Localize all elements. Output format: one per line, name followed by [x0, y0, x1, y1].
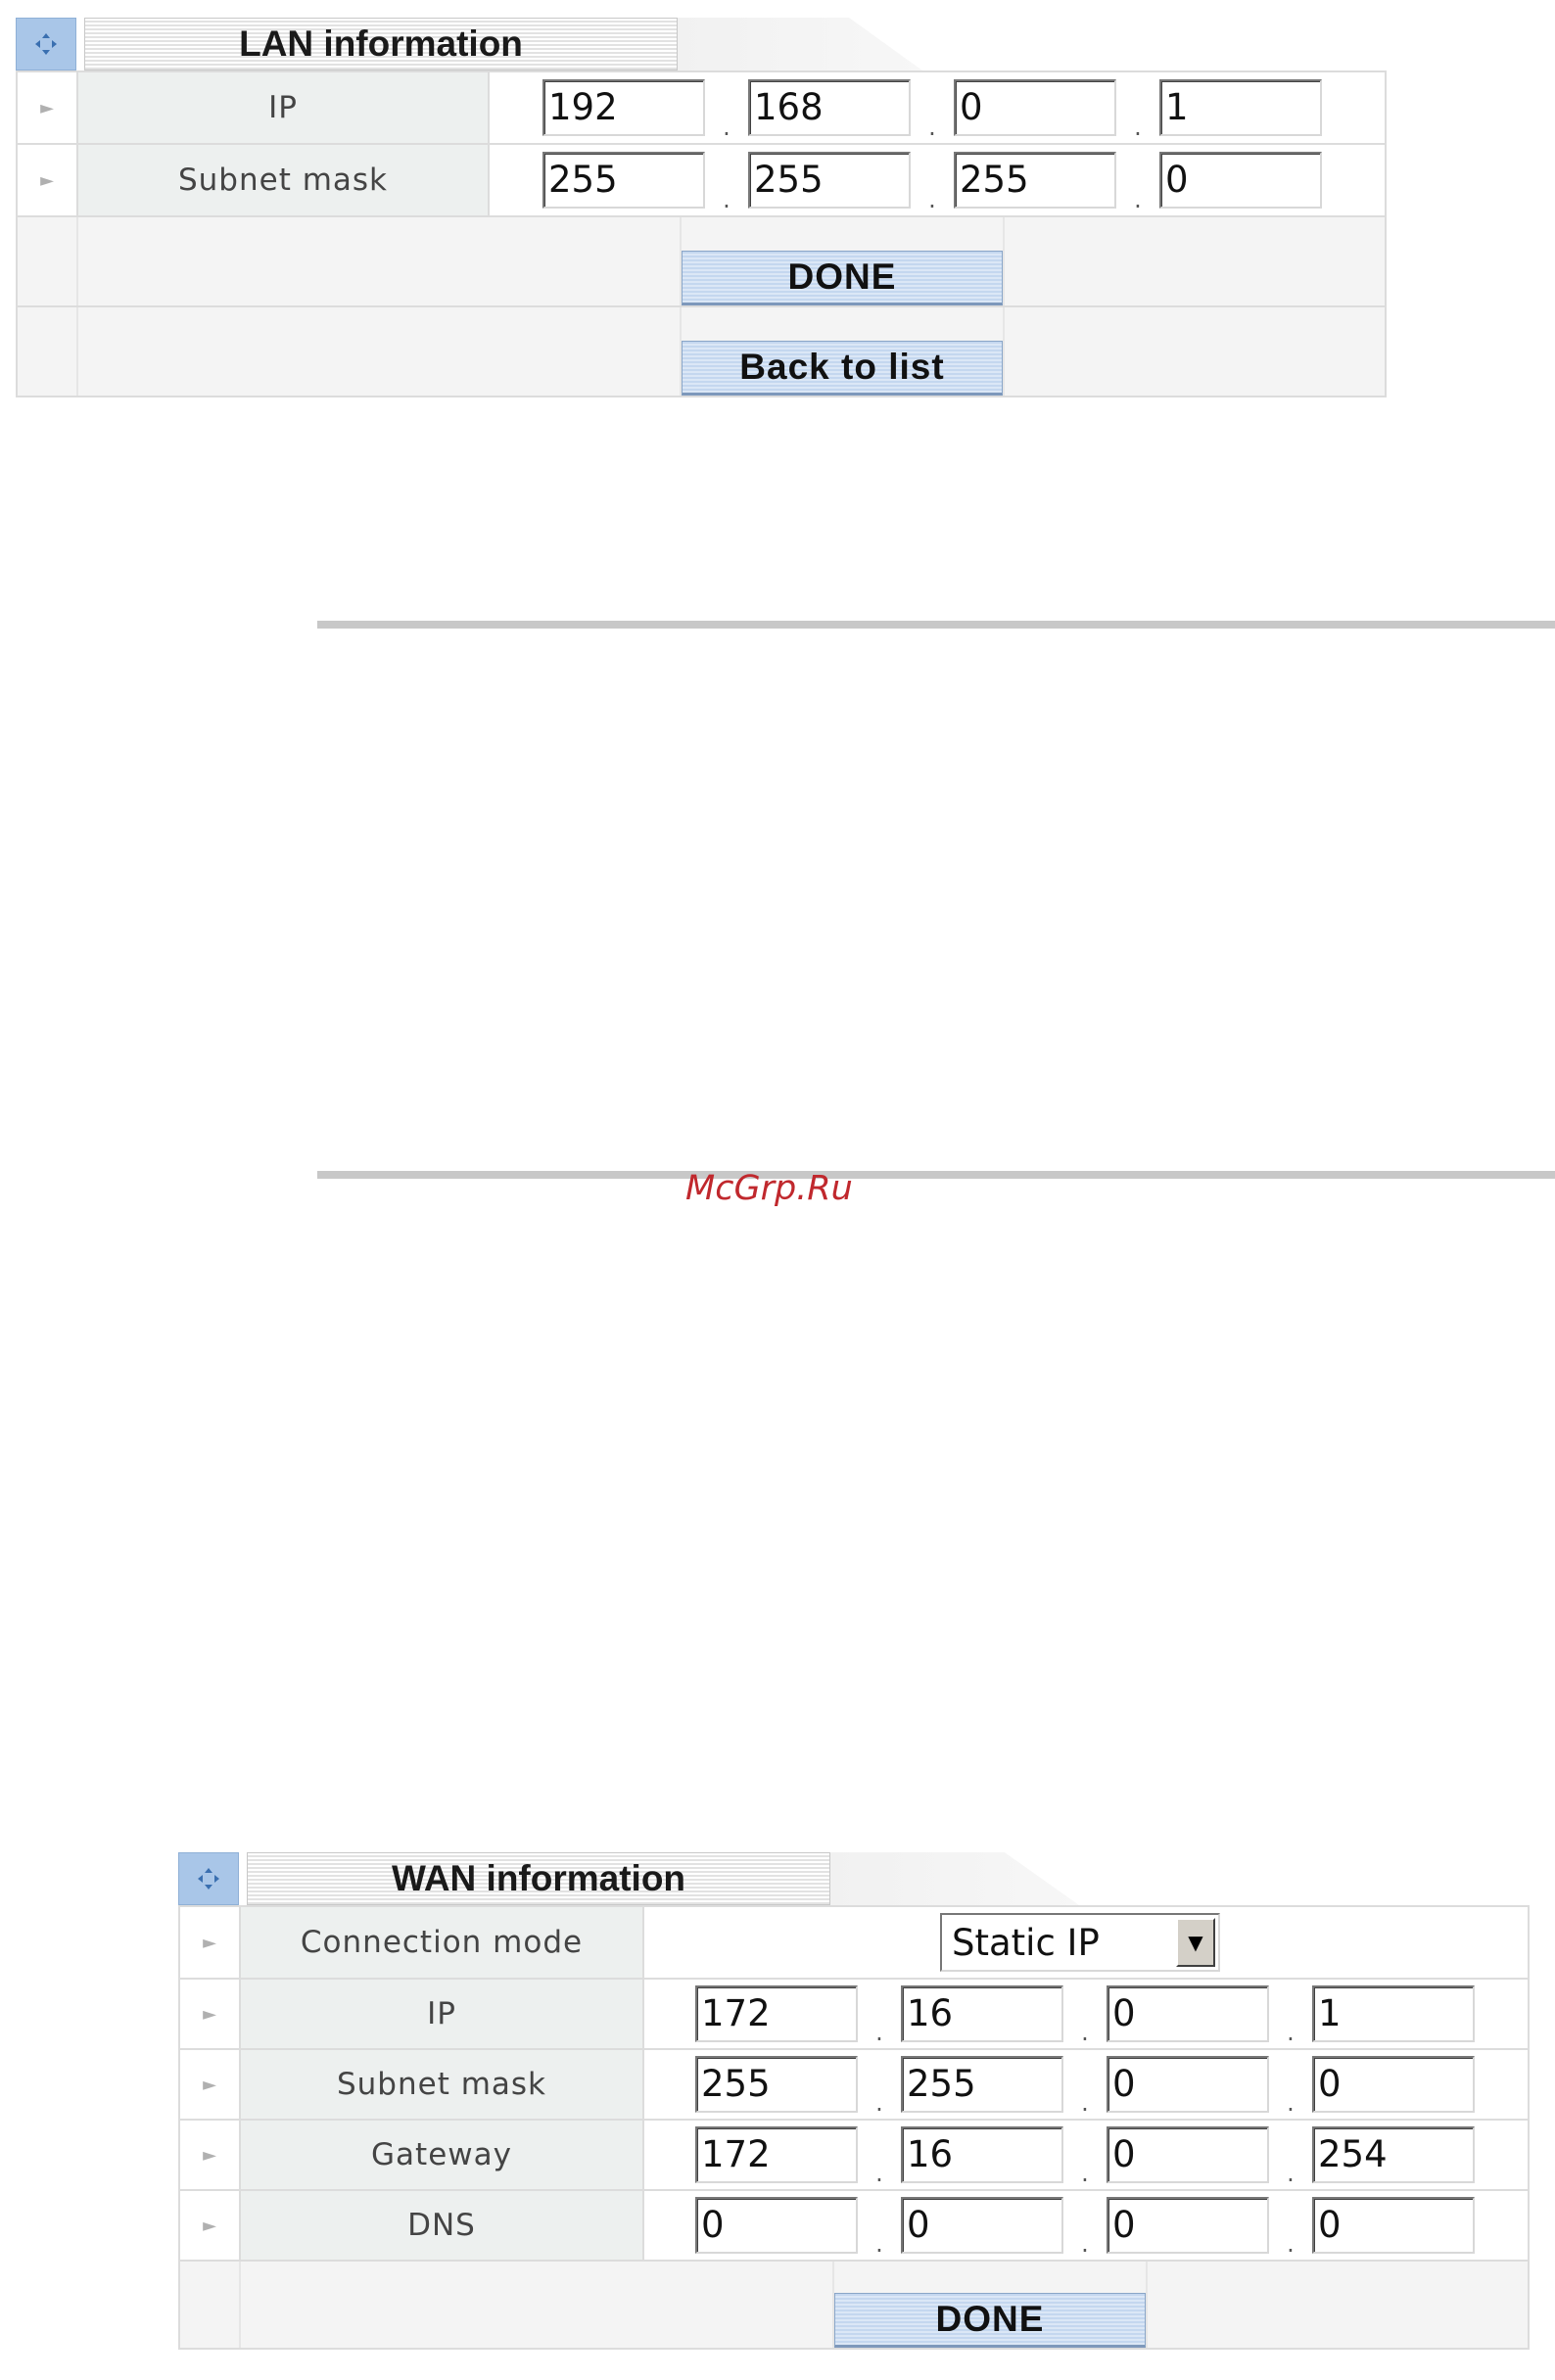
divider-top [317, 621, 1555, 629]
wan-gateway-octet-3[interactable]: 0 [1107, 2126, 1269, 2183]
dropdown-arrow-icon[interactable]: ▼ [1176, 1918, 1215, 1967]
wan-connection-mode-value: Static IP ▼ [644, 1907, 1530, 1978]
wan-gateway-value: 172 . 16 . 0 . 254 [644, 2121, 1530, 2189]
lan-table: ► IP 192 . 168 . 0 . 1 ► Subnet mask 255… [16, 70, 1387, 397]
connection-mode-selected: Static IP [952, 1921, 1100, 1964]
lan-subnet-octet-3[interactable]: 255 [954, 152, 1116, 209]
back-to-list-button[interactable]: Back to list [682, 341, 1003, 396]
wan-subnet-octet-2[interactable]: 255 [901, 2056, 1063, 2113]
lan-back-row: Back to list [16, 307, 1387, 397]
lan-title: LAN information [84, 18, 678, 70]
arrow-right-icon: ► [178, 2050, 241, 2119]
watermark: McGrp.Ru [685, 1169, 853, 1208]
arrow-right-icon: ► [16, 145, 78, 215]
done-button[interactable]: DONE [682, 251, 1003, 305]
wan-ip-octet-4[interactable]: 1 [1312, 1985, 1475, 2042]
lan-ip-octet-4[interactable]: 1 [1159, 79, 1322, 136]
lan-subnet-octet-2[interactable]: 255 [748, 152, 911, 209]
wan-dns-octet-3[interactable]: 0 [1107, 2197, 1269, 2254]
collapse-icon[interactable] [178, 1852, 239, 1905]
wan-gateway-octet-4[interactable]: 254 [1312, 2126, 1475, 2183]
wan-done-button[interactable]: DONE [834, 2293, 1146, 2348]
wan-subnet-octet-3[interactable]: 0 [1107, 2056, 1269, 2113]
arrow-right-icon: ► [178, 2191, 241, 2260]
wan-row-connection-mode: ► Connection mode Static IP ▼ [178, 1907, 1530, 1980]
wan-row-gateway: ► Gateway 172 . 16 . 0 . 254 [178, 2121, 1530, 2191]
lan-subnet-octet-4[interactable]: 0 [1159, 152, 1322, 209]
lan-ip-value: 192 . 168 . 0 . 1 [490, 72, 1387, 143]
wan-subnet-octet-1[interactable]: 255 [695, 2056, 858, 2113]
connection-mode-select[interactable]: Static IP ▼ [940, 1913, 1220, 1972]
lan-row-ip: ► IP 192 . 168 . 0 . 1 [16, 72, 1387, 145]
arrow-right-icon: ► [178, 2121, 241, 2189]
wan-dns-octet-1[interactable]: 0 [695, 2197, 858, 2254]
wan-ip-octet-2[interactable]: 16 [901, 1985, 1063, 2042]
lan-subnet-value: 255 . 255 . 255 . 0 [490, 145, 1387, 215]
wan-row-dns: ► DNS 0 . 0 . 0 . 0 [178, 2191, 1530, 2262]
wan-header: WAN information [178, 1844, 1530, 1905]
wan-label-dns: DNS [241, 2191, 644, 2260]
wan-ip-octet-3[interactable]: 0 [1107, 1985, 1269, 2042]
wan-panel: WAN information ► Connection mode Static… [178, 1844, 1530, 2350]
wan-label-subnet: Subnet mask [241, 2050, 644, 2119]
wan-row-subnet: ► Subnet mask 255 . 255 . 0 . 0 [178, 2050, 1530, 2121]
wan-label-gateway: Gateway [241, 2121, 644, 2189]
collapse-icon[interactable] [16, 18, 76, 70]
wan-ip-value: 172 . 16 . 0 . 1 [644, 1980, 1530, 2048]
wan-title: WAN information [247, 1852, 830, 1905]
wan-gateway-octet-1[interactable]: 172 [695, 2126, 858, 2183]
lan-done-row: DONE [16, 217, 1387, 307]
wan-ip-octet-1[interactable]: 172 [695, 1985, 858, 2042]
arrow-right-icon: ► [178, 1907, 241, 1978]
lan-subnet-octet-1[interactable]: 255 [542, 152, 705, 209]
lan-ip-octet-1[interactable]: 192 [542, 79, 705, 136]
arrow-right-icon: ► [178, 1980, 241, 2048]
arrow-right-icon: ► [16, 72, 78, 143]
lan-header: LAN information [16, 10, 1387, 70]
wan-label-ip: IP [241, 1980, 644, 2048]
wan-label-connection-mode: Connection mode [241, 1907, 644, 1978]
lan-label-ip: IP [78, 72, 490, 143]
divider-bottom [317, 1171, 1555, 1179]
lan-ip-octet-3[interactable]: 0 [954, 79, 1116, 136]
wan-row-ip: ► IP 172 . 16 . 0 . 1 [178, 1980, 1530, 2050]
wan-done-row: DONE [178, 2262, 1530, 2350]
wan-dns-octet-4[interactable]: 0 [1312, 2197, 1475, 2254]
lan-panel: LAN information ► IP 192 . 168 . 0 . 1 ►… [16, 10, 1387, 397]
lan-row-subnet: ► Subnet mask 255 . 255 . 255 . 0 [16, 145, 1387, 217]
lan-label-subnet: Subnet mask [78, 145, 490, 215]
wan-subnet-octet-4[interactable]: 0 [1312, 2056, 1475, 2113]
wan-dns-octet-2[interactable]: 0 [901, 2197, 1063, 2254]
wan-dns-value: 0 . 0 . 0 . 0 [644, 2191, 1530, 2260]
wan-gateway-octet-2[interactable]: 16 [901, 2126, 1063, 2183]
wan-subnet-value: 255 . 255 . 0 . 0 [644, 2050, 1530, 2119]
wan-table: ► Connection mode Static IP ▼ ► IP 172 .… [178, 1905, 1530, 2350]
lan-ip-octet-2[interactable]: 168 [748, 79, 911, 136]
